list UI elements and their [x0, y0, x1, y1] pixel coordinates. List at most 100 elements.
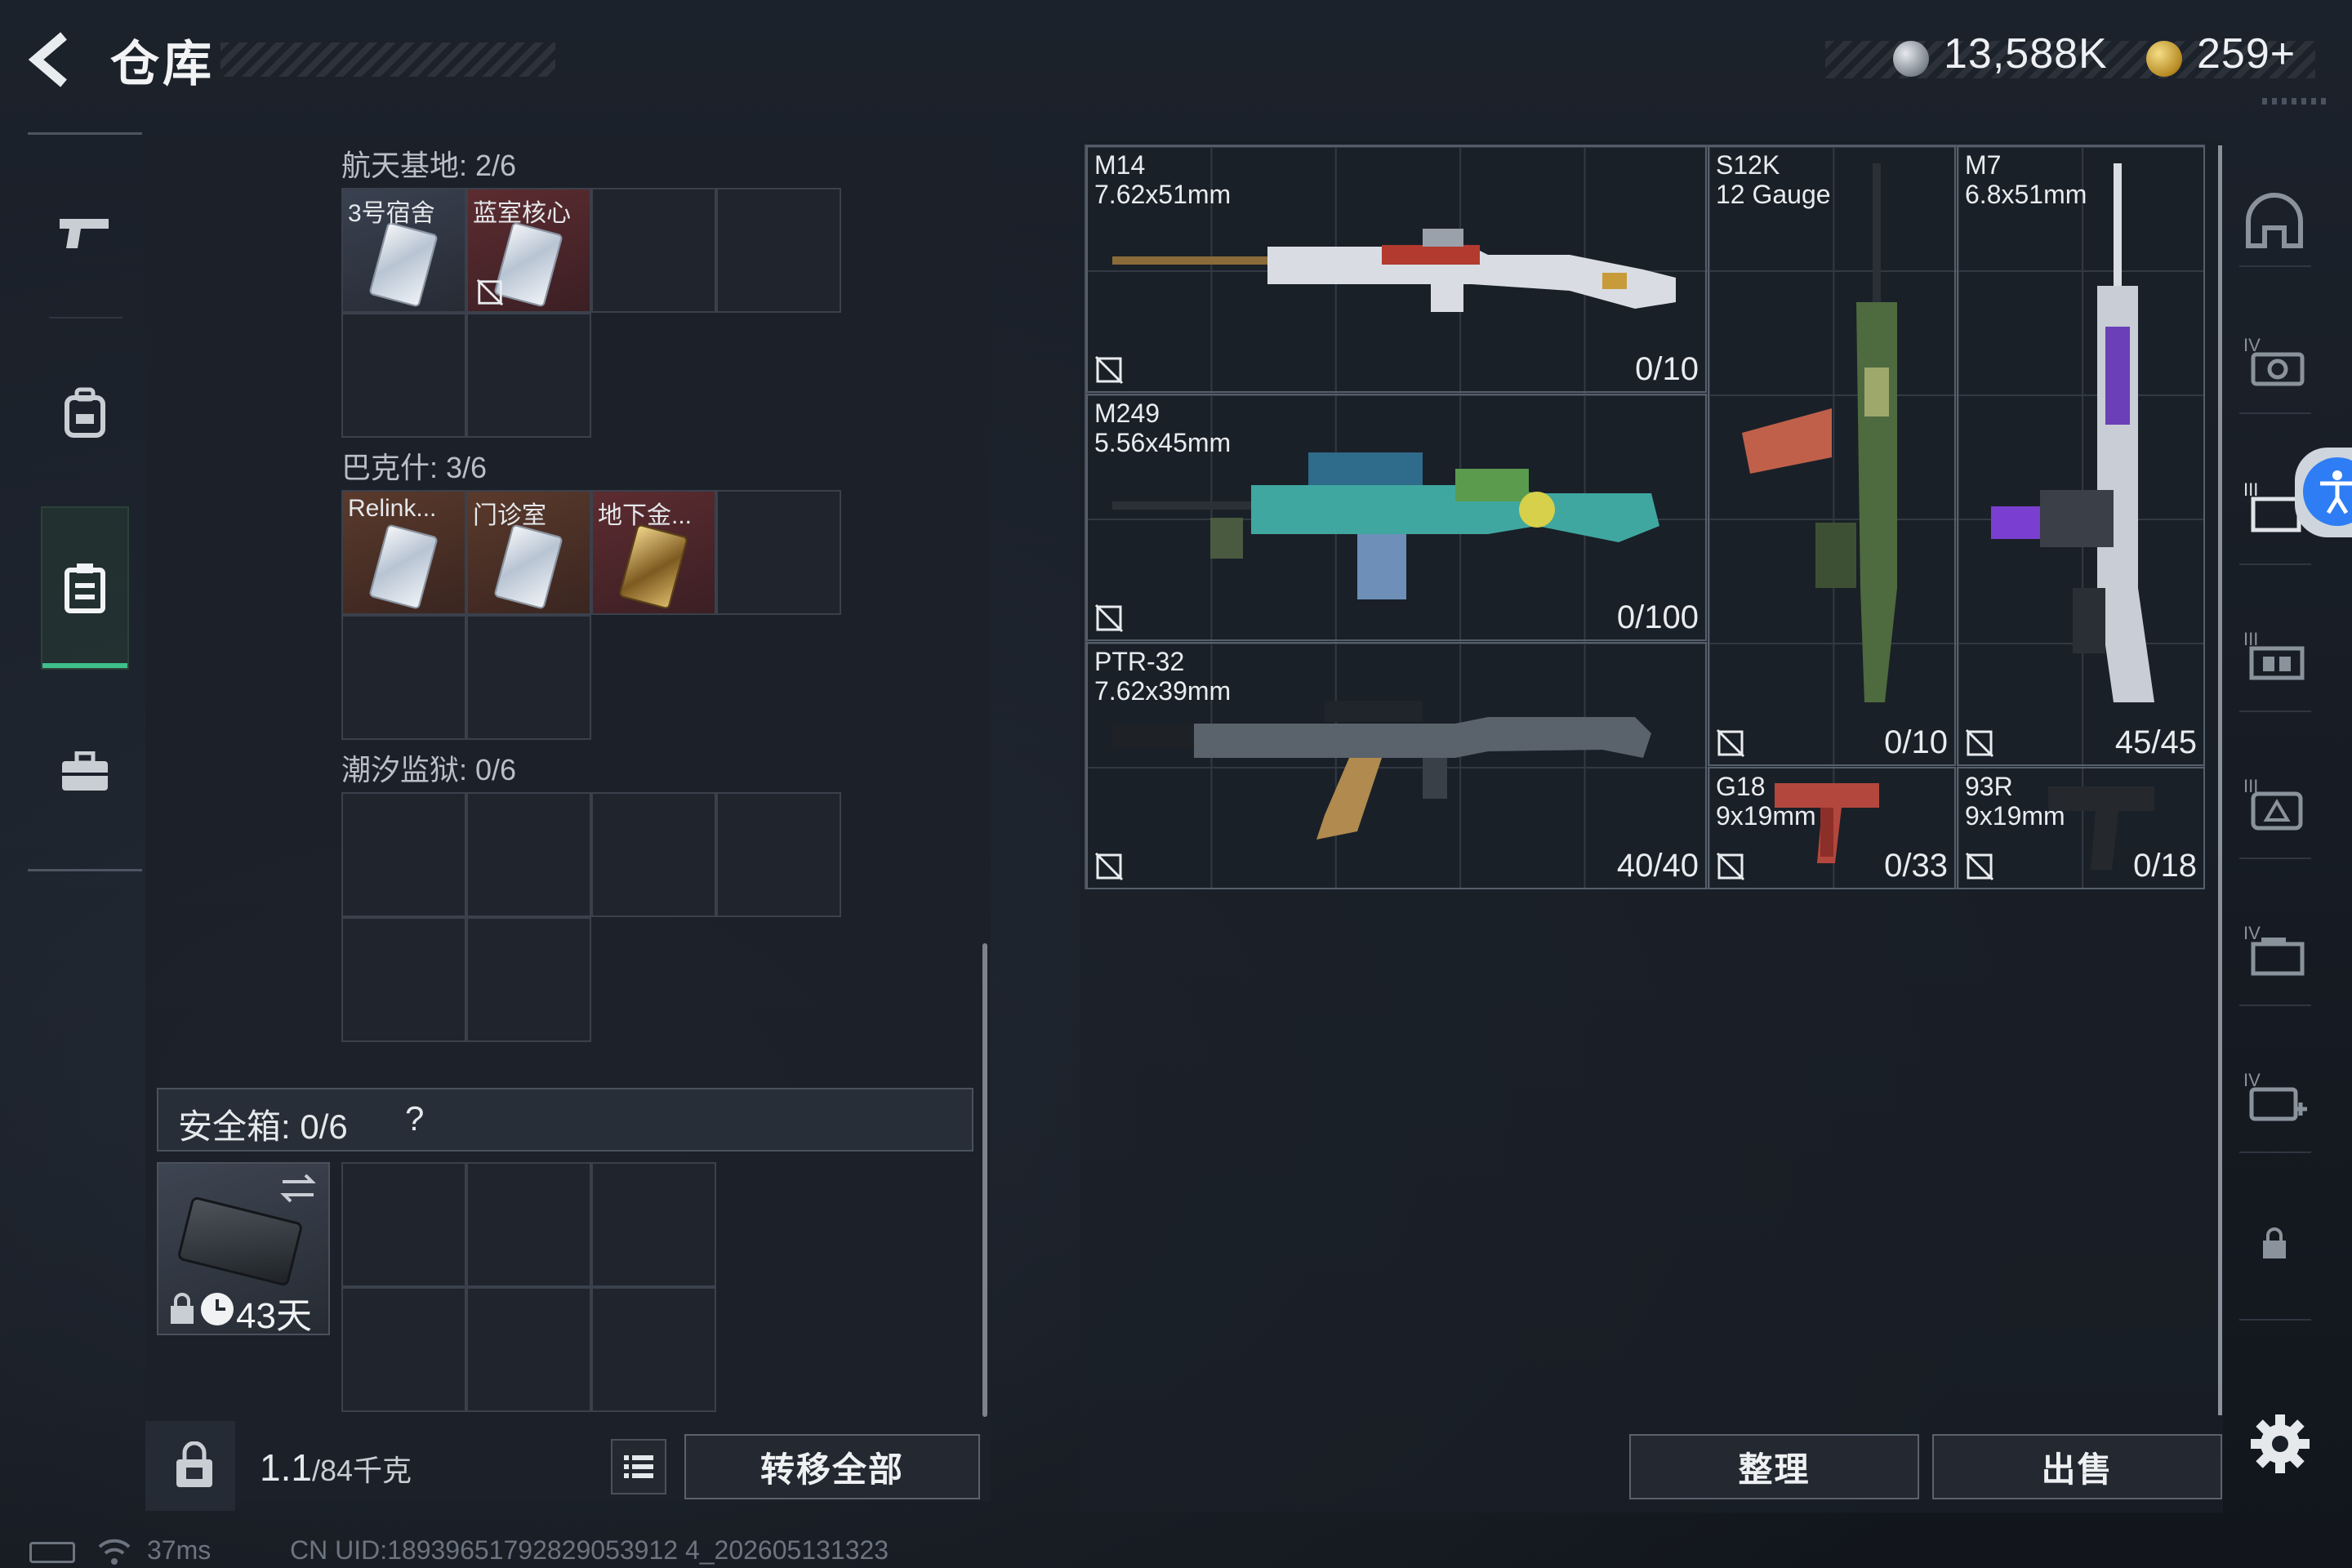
- rnav-divider: [2239, 564, 2311, 565]
- sort-button[interactable]: 整理: [1629, 1434, 1919, 1499]
- weapon-card-m249[interactable]: M249 5.56x45mm 0/100: [1086, 394, 1707, 641]
- empty-slot[interactable]: [341, 313, 466, 438]
- right-scrollbar[interactable]: [2218, 145, 2222, 1415]
- item-label: Relink...: [348, 495, 437, 522]
- empty-slot[interactable]: [466, 615, 591, 740]
- weapon-card-m7[interactable]: M7 6.8x51mm 45/45: [1957, 145, 2205, 766]
- safe-box-item[interactable]: 43天: [157, 1162, 330, 1336]
- pistol-icon: [60, 219, 109, 248]
- empty-slot[interactable]: [716, 792, 841, 917]
- back-arrow-icon[interactable]: [24, 31, 82, 88]
- key-card-item[interactable]: 3号宿舍: [341, 188, 466, 313]
- item-label: 3号宿舍: [348, 200, 435, 227]
- rnav-divider: [2239, 710, 2311, 712]
- key-card-icon: [368, 523, 439, 610]
- no-transfer-icon: [476, 278, 504, 306]
- decor-dots: [2262, 98, 2328, 105]
- svg-text:IV: IV: [2243, 923, 2261, 943]
- empty-slot[interactable]: [716, 490, 841, 615]
- key-card-icon: [493, 221, 564, 308]
- accessibility-button[interactable]: [2295, 448, 2352, 537]
- battery-icon: [29, 1542, 75, 1563]
- no-transfer-icon: [1094, 355, 1124, 385]
- section-label: 航天基地: 2/6: [341, 149, 517, 182]
- empty-slot[interactable]: [466, 1287, 591, 1412]
- swap-icon[interactable]: [278, 1172, 318, 1205]
- svg-text:III: III: [2243, 629, 2258, 649]
- empty-slot[interactable]: [591, 792, 716, 917]
- empty-slot[interactable]: [341, 615, 466, 740]
- rifle-m14-image: [1112, 229, 1676, 312]
- locked-slot[interactable]: [2238, 1207, 2311, 1281]
- lock-icon: [171, 1293, 194, 1324]
- nav-gear[interactable]: [41, 331, 129, 494]
- filter-rig-iii[interactable]: III: [2238, 619, 2311, 693]
- no-transfer-icon: [1965, 852, 1994, 881]
- key-card-item[interactable]: 门诊室: [466, 490, 591, 615]
- key-card-item[interactable]: 地下金...: [591, 490, 716, 615]
- empty-slot[interactable]: [591, 1287, 716, 1412]
- empty-slot[interactable]: [591, 1162, 716, 1287]
- item-label: 蓝室核心: [473, 200, 571, 227]
- rig-tier-iii-icon: III: [2243, 629, 2305, 680]
- item-label: 地下金...: [598, 502, 693, 529]
- backpack-tier-iii-icon: III: [2243, 776, 2303, 831]
- safe-case-icon: [176, 1196, 304, 1287]
- rnav-divider: [2239, 1004, 2311, 1006]
- rifle-m7-image: [1991, 163, 2154, 702]
- nav-weapons[interactable]: [41, 151, 129, 314]
- filter-backpack-iii[interactable]: III: [2238, 766, 2311, 840]
- weapon-card-m14[interactable]: M14 7.62x51mm 0/10: [1086, 145, 1707, 393]
- sell-button[interactable]: 出售: [1932, 1434, 2222, 1499]
- rnav-divider: [2239, 1319, 2311, 1321]
- no-transfer-icon: [1965, 728, 1994, 758]
- title-stripe: [220, 42, 555, 77]
- transfer-all-button[interactable]: 转移全部: [684, 1434, 980, 1499]
- no-transfer-icon: [1094, 604, 1124, 633]
- empty-slot[interactable]: [466, 917, 591, 1042]
- item-label: 门诊室: [473, 502, 546, 529]
- no-transfer-icon: [1094, 852, 1124, 881]
- key-card-icon: [368, 221, 439, 308]
- helmet-icon: [2246, 193, 2303, 248]
- empty-slot[interactable]: [341, 792, 466, 917]
- weapon-card-g18[interactable]: G18 9x19mm 0/33: [1708, 767, 1956, 889]
- container-grid: 3号宿舍 蓝室核心: [341, 188, 841, 438]
- list-view-button[interactable]: [611, 1439, 666, 1494]
- empty-slot[interactable]: [591, 188, 716, 313]
- weapon-card-93r[interactable]: 93R 9x19mm 0/18: [1957, 767, 2205, 889]
- filter-armor-iv[interactable]: IV: [2238, 325, 2311, 399]
- weight-readout: 1.1/84千克: [260, 1446, 412, 1490]
- filter-helmet[interactable]: [2238, 184, 2311, 257]
- scrollbar[interactable]: [982, 943, 987, 1417]
- container-grid: Relink... 门诊室 地下金...: [341, 490, 841, 740]
- clock-icon: [201, 1293, 234, 1325]
- empty-slot[interactable]: [466, 313, 591, 438]
- nav-storage[interactable]: [41, 506, 129, 670]
- list-icon: [624, 1455, 653, 1478]
- empty-slot[interactable]: [341, 917, 466, 1042]
- medical-tier-iv-icon: IV: [2243, 1070, 2307, 1121]
- empty-slot[interactable]: [716, 188, 841, 313]
- ping-text: 37ms: [147, 1535, 212, 1565]
- key-card-icon: [493, 523, 564, 610]
- weapon-card-s12k[interactable]: S12K 12 Gauge 0/10: [1708, 145, 1956, 766]
- key-card-item[interactable]: Relink...: [341, 490, 466, 615]
- filter-case-iv[interactable]: IV: [2238, 913, 2311, 987]
- help-icon[interactable]: ?: [405, 1099, 424, 1138]
- empty-slot[interactable]: [466, 792, 591, 917]
- svg-text:III: III: [2243, 479, 2258, 500]
- filter-medical-iv[interactable]: IV: [2238, 1060, 2311, 1134]
- key-card-item[interactable]: 蓝室核心: [466, 188, 591, 313]
- gear-icon[interactable]: [2247, 1411, 2313, 1477]
- weapon-card-ptr32[interactable]: PTR-32 7.62x39mm 40/40: [1086, 642, 1707, 889]
- weight-current: 1.1: [260, 1446, 312, 1489]
- ammo-count: 0/100: [1616, 599, 1699, 635]
- empty-slot[interactable]: [341, 1287, 466, 1412]
- currency-gold[interactable]: 259+: [2197, 29, 2296, 78]
- empty-slot[interactable]: [341, 1162, 466, 1287]
- empty-slot[interactable]: [466, 1162, 591, 1287]
- uid-text: CN UID:18939651792829053912 4_2026051313…: [290, 1535, 889, 1565]
- nav-case[interactable]: [41, 690, 129, 853]
- weapon-name: M14 7.62x51mm: [1094, 150, 1232, 209]
